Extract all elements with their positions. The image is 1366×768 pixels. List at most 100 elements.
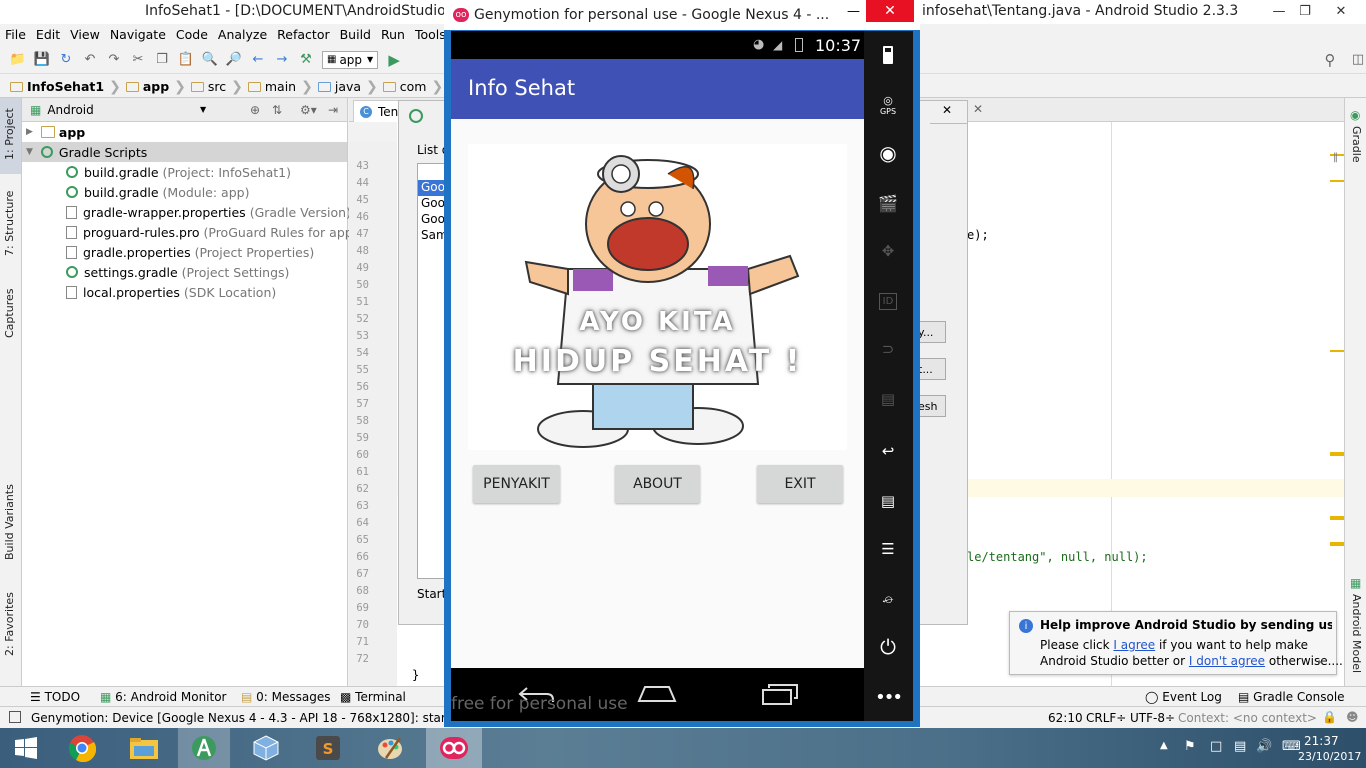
agree-link[interactable]: I agree: [1113, 638, 1155, 652]
device-row[interactable]: Goo: [418, 196, 445, 212]
run-config-select[interactable]: ▦ app ▼: [322, 50, 379, 69]
sync-icon[interactable]: ↻: [57, 51, 75, 69]
paint-icon[interactable]: [364, 728, 416, 768]
sms-icon[interactable]: ▤: [876, 387, 900, 411]
dpad-icon[interactable]: ✥: [876, 239, 900, 263]
webcam-icon[interactable]: ◉: [876, 141, 900, 165]
copy-icon[interactable]: ❐: [153, 51, 171, 69]
menu-navigate[interactable]: Navigate: [105, 27, 171, 42]
chevron-down-icon[interactable]: ⌄: [1316, 652, 1326, 666]
project-view-select[interactable]: Android: [47, 103, 93, 117]
tree-item-gradle-scripts[interactable]: ▼ Gradle Scripts: [22, 142, 347, 162]
breadcrumb-java[interactable]: java: [314, 76, 365, 98]
taskbar-date[interactable]: 23/10/2017: [1298, 750, 1361, 763]
tree-item-build-gradle-module[interactable]: build.gradle (Module: app): [66, 182, 249, 202]
tab-structure[interactable]: 7: Structure: [3, 191, 16, 256]
dialog-button-3[interactable]: esh: [918, 395, 946, 417]
lock-icon[interactable]: 🔒: [1322, 710, 1337, 724]
tree-item-proguard[interactable]: proguard-rules.pro (ProGuard Rules for ap…: [66, 222, 358, 242]
device-list[interactable]: Goo Goo Goo Sam: [417, 163, 448, 579]
menu-code[interactable]: Code: [171, 27, 213, 42]
search-everywhere-icon[interactable]: ⚲: [1321, 51, 1339, 69]
menu-view[interactable]: View: [65, 27, 105, 42]
id-icon[interactable]: ID: [878, 292, 898, 310]
tray-expand-icon[interactable]: ▲: [1160, 740, 1168, 751]
tab-messages[interactable]: ▤ 0: Messages: [241, 690, 331, 704]
tray-usb-icon[interactable]: □: [1210, 739, 1222, 754]
taskbar-clock[interactable]: 21:37: [1304, 734, 1339, 748]
penyakit-button[interactable]: PENYAKIT: [473, 465, 560, 503]
redo-icon[interactable]: ↷: [105, 51, 123, 69]
file-encoding[interactable]: UTF-8÷: [1130, 711, 1175, 725]
android-studio-icon[interactable]: [178, 728, 230, 768]
home-icon[interactable]: ⌮: [876, 587, 900, 611]
tree-item-app[interactable]: ▶ app: [26, 122, 85, 142]
tab-gradle-console[interactable]: ▤ Gradle Console: [1238, 690, 1345, 704]
tab-project[interactable]: 1: Project: [3, 108, 16, 160]
tree-item-gradle-wrapper[interactable]: gradle-wrapper.properties (Gradle Version…: [66, 202, 351, 222]
save-icon[interactable]: 💾: [33, 51, 51, 69]
capture-icon[interactable]: 🎬: [876, 191, 900, 215]
disagree-link[interactable]: I don't agree: [1189, 654, 1265, 668]
undo-icon[interactable]: ↶: [81, 51, 99, 69]
make-hammer-icon[interactable]: ⚒: [297, 51, 315, 69]
tree-item-settings-gradle[interactable]: settings.gradle (Project Settings): [66, 262, 289, 282]
menu-edit[interactable]: Edit: [31, 27, 65, 42]
breadcrumb-main[interactable]: main: [244, 76, 300, 98]
cut-icon[interactable]: ✂: [129, 51, 147, 69]
paste-icon[interactable]: 📋: [177, 51, 195, 69]
tab-build-variants[interactable]: Build Variants: [3, 484, 16, 560]
device-row[interactable]: Goo: [418, 212, 445, 228]
tab-android-model[interactable]: Android Model: [1350, 594, 1363, 673]
dialog-button-1[interactable]: y...: [918, 321, 946, 343]
virtualbox-icon[interactable]: [240, 728, 292, 768]
menu-refactor[interactable]: Refactor: [272, 27, 334, 42]
tab-android-monitor[interactable]: ▦ 6: Android Monitor: [100, 690, 227, 704]
tab-close-icon[interactable]: ✕: [973, 102, 983, 116]
menu-icon[interactable]: ☰: [876, 537, 900, 561]
gear-icon[interactable]: ⚙▾: [300, 103, 317, 117]
back-icon[interactable]: ↩: [876, 439, 900, 463]
android-recents-icon[interactable]: [761, 682, 799, 706]
chrome-icon[interactable]: [56, 728, 108, 768]
tree-item-build-gradle-project[interactable]: build.gradle (Project: InfoSehat1): [66, 162, 291, 182]
gps-icon[interactable]: ◎ GPS: [876, 93, 900, 117]
run-icon[interactable]: ▶: [385, 51, 403, 69]
genymotion-icon[interactable]: [426, 728, 482, 768]
breadcrumb-com[interactable]: com: [379, 76, 431, 98]
menu-file[interactable]: File: [0, 27, 31, 42]
sublime-icon[interactable]: S: [302, 728, 354, 768]
menu-analyze[interactable]: Analyze: [213, 27, 272, 42]
tab-terminal[interactable]: ▩ Terminal: [340, 690, 406, 704]
menu-run[interactable]: Run: [376, 27, 410, 42]
file-explorer-icon[interactable]: [118, 728, 170, 768]
minimize-button[interactable]: —: [847, 4, 860, 19]
caret-position[interactable]: 62:10: [1048, 711, 1083, 725]
rss-icon[interactable]: ⊃: [876, 337, 900, 361]
chevron-down-icon[interactable]: ▼: [200, 105, 206, 114]
tab-favorites[interactable]: 2: Favorites: [3, 592, 16, 656]
tree-item-local-properties[interactable]: local.properties (SDK Location): [66, 282, 276, 302]
tab-captures[interactable]: Captures: [3, 289, 16, 338]
find-icon[interactable]: 🔍: [201, 51, 219, 69]
tray-network-icon[interactable]: ▤: [1234, 739, 1246, 754]
breadcrumb-src[interactable]: src: [187, 76, 230, 98]
line-separator[interactable]: CRLF÷: [1086, 711, 1126, 725]
collapse-icon[interactable]: ⇅: [272, 103, 282, 117]
tree-item-gradle-properties[interactable]: gradle.properties (Project Properties): [66, 242, 314, 262]
genymotion-close-button[interactable]: ✕: [866, 0, 914, 22]
power-icon[interactable]: ⏻: [876, 635, 900, 659]
breadcrumb-app[interactable]: app: [122, 76, 173, 98]
breadcrumb-project[interactable]: InfoSehat1: [6, 76, 108, 98]
tab-todo[interactable]: ☰ TODO: [30, 690, 80, 704]
more-icon[interactable]: •••: [875, 685, 903, 709]
back-arrow-icon[interactable]: ←: [249, 51, 267, 69]
menu-build[interactable]: Build: [335, 27, 376, 42]
recent-apps-icon[interactable]: ▤: [876, 489, 900, 513]
tab-gradle[interactable]: Gradle: [1350, 126, 1363, 163]
close-icon[interactable]: ✕: [942, 103, 952, 117]
hide-icon[interactable]: ⇥: [328, 103, 338, 117]
layout-icon[interactable]: ◫: [1349, 51, 1366, 69]
status-toggle-icon[interactable]: [9, 711, 21, 723]
tray-volume-icon[interactable]: 🔊: [1256, 739, 1272, 754]
